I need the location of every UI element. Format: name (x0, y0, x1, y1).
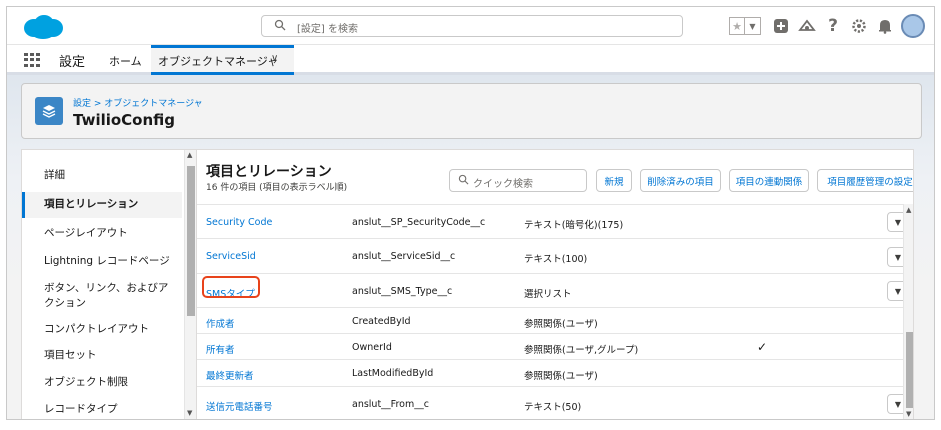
app-launcher-icon[interactable] (24, 53, 40, 67)
field-label-link[interactable]: 所有者 (206, 342, 235, 356)
chevron-down-icon[interactable]: ∨ (271, 53, 278, 64)
scrollbar-thumb[interactable] (906, 332, 913, 408)
field-label-link[interactable]: 作成者 (206, 316, 235, 330)
scroll-down-arrow-icon[interactable]: ▼ (187, 409, 192, 417)
tab-object-manager-label: オブジェクトマネージャ (158, 55, 279, 68)
table-row: Security Code anslut__SP_SecurityCode__c… (197, 204, 909, 238)
tab-object-manager[interactable]: オブジェクトマネージャ ∨ (151, 45, 294, 75)
scroll-up-arrow-icon[interactable]: ▲ (187, 151, 192, 159)
field-api-name: CreatedById (352, 316, 411, 327)
field-label-link[interactable]: 最終更新者 (206, 368, 254, 382)
tab-home[interactable]: ホーム (109, 53, 142, 69)
object-layers-icon (35, 97, 63, 125)
field-dependencies-button[interactable]: 項目の連動関係 (729, 169, 809, 192)
field-api-name: OwnerId (352, 342, 392, 353)
object-sidebar: 詳細 項目とリレーション ページレイアウト Lightning レコードページ … (21, 149, 196, 419)
field-type: テキスト(暗号化)(175) (524, 220, 624, 231)
sms-type-highlight-annotation (202, 276, 260, 298)
header-actions: ★ ▼ ? (729, 14, 925, 38)
field-api-name: anslut__SMS_Type__c (352, 286, 453, 297)
global-actions-add-icon[interactable] (771, 16, 791, 36)
field-type: 参照関係(ユーザ,グループ) (524, 345, 639, 356)
user-avatar[interactable] (901, 14, 925, 38)
indexed-checkmark-icon: ✓ (757, 340, 768, 354)
field-label-link[interactable]: 送信元電話番号 (206, 399, 273, 413)
app-name: 設定 (59, 55, 86, 70)
sidebar-item-details[interactable]: 詳細 (22, 168, 182, 183)
search-icon (274, 19, 286, 31)
table-row: 最終更新者 LastModifiedById 参照関係(ユーザ) (197, 359, 903, 386)
panel-title: 項目とリレーション (206, 164, 332, 180)
trailhead-icon[interactable] (797, 16, 817, 36)
table-row: 所有者 OwnerId 参照関係(ユーザ,グループ) ✓ (197, 333, 903, 359)
new-button[interactable]: 新規 (596, 169, 632, 192)
table-row: ServiceSid anslut__ServiceSid__c テキスト(10… (197, 238, 909, 273)
search-placeholder: [設定] を検索 (297, 24, 358, 35)
table-row: 送信元電話番号 anslut__From__c テキスト(50) ▼ (197, 386, 909, 419)
sidebar-item-field-sets[interactable]: 項目セット (22, 348, 182, 363)
quick-find-input[interactable]: クイック検索 (449, 169, 587, 192)
field-label-link[interactable]: ServiceSid (206, 251, 256, 262)
notifications-bell-icon[interactable] (875, 16, 895, 36)
sidebar-item-buttons-links-actions[interactable]: ボタン、リンク、およびア (22, 281, 182, 296)
field-api-name: anslut__From__c (352, 399, 429, 410)
global-header: [設定] を検索 ★ ▼ ? (7, 7, 934, 45)
field-type: 選択リスト (524, 289, 572, 300)
field-label-link[interactable]: Security Code (206, 217, 272, 228)
object-title: TwilioConfig (73, 111, 176, 129)
history-tracking-button[interactable]: 項目履歴管理の設定 (817, 169, 913, 192)
sidebar-item-page-layouts[interactable]: ページレイアウト (22, 226, 182, 241)
salesforce-logo[interactable] (21, 13, 65, 41)
scrollbar-thumb[interactable] (187, 166, 195, 316)
sidebar-scrollbar[interactable]: ▲ ▼ (184, 150, 196, 419)
table-row: 作成者 CreatedById 参照関係(ユーザ) (197, 307, 903, 333)
field-api-name: LastModifiedById (352, 368, 434, 379)
setup-gear-icon[interactable] (849, 16, 869, 36)
field-api-name: anslut__ServiceSid__c (352, 251, 456, 262)
quick-find-placeholder: クイック検索 (473, 179, 533, 190)
panel-subtitle: 16 件の項目 (項目の表示ラベル順) (206, 183, 348, 193)
table-scrollbar[interactable]: ▲ ▼ (903, 204, 913, 419)
scroll-down-arrow-icon[interactable]: ▼ (906, 410, 911, 418)
sidebar-item-fields-relationships[interactable]: 項目とリレーション (22, 192, 182, 218)
field-type: テキスト(100) (524, 254, 588, 265)
sidebar-item-lightning-record-pages[interactable]: Lightning レコードページ (22, 254, 182, 269)
deleted-fields-button[interactable]: 削除済みの項目 (640, 169, 721, 192)
app-window: [設定] を検索 ★ ▼ ? 設定 ホーム オブジェクトマネージャ ∨ 設定 >… (6, 6, 935, 420)
breadcrumb[interactable]: 設定 > オブジェクトマネージャ (73, 96, 203, 109)
object-header-card: 設定 > オブジェクトマネージャ TwilioConfig (21, 83, 922, 139)
scroll-up-arrow-icon[interactable]: ▲ (906, 206, 911, 214)
sidebar-item-compact-layouts[interactable]: コンパクトレイアウト (22, 322, 182, 337)
search-icon (458, 174, 469, 185)
field-type: 参照関係(ユーザ) (524, 319, 598, 330)
favorites-star-icon[interactable]: ★ (729, 17, 745, 35)
global-search-input[interactable]: [設定] を検索 (261, 15, 683, 37)
favorites-group: ★ ▼ (729, 17, 761, 35)
sidebar-item-buttons-links-actions-cont[interactable]: クション (22, 296, 182, 311)
help-icon[interactable]: ? (823, 16, 843, 36)
field-type: テキスト(50) (524, 402, 582, 413)
favorites-dropdown-icon[interactable]: ▼ (745, 17, 761, 35)
context-nav-bar: 設定 ホーム オブジェクトマネージャ ∨ (7, 45, 934, 75)
sidebar-item-record-types[interactable]: レコードタイプ (22, 402, 182, 417)
sidebar-item-object-limits[interactable]: オブジェクト制限 (22, 375, 182, 390)
table-row: SMSタイプ anslut__SMS_Type__c 選択リスト ▼ (197, 273, 909, 307)
field-api-name: anslut__SP_SecurityCode__c (352, 217, 486, 228)
field-type: 参照関係(ユーザ) (524, 371, 598, 382)
fields-panel: 項目とリレーション 16 件の項目 (項目の表示ラベル順) クイック検索 新規 … (196, 149, 914, 419)
